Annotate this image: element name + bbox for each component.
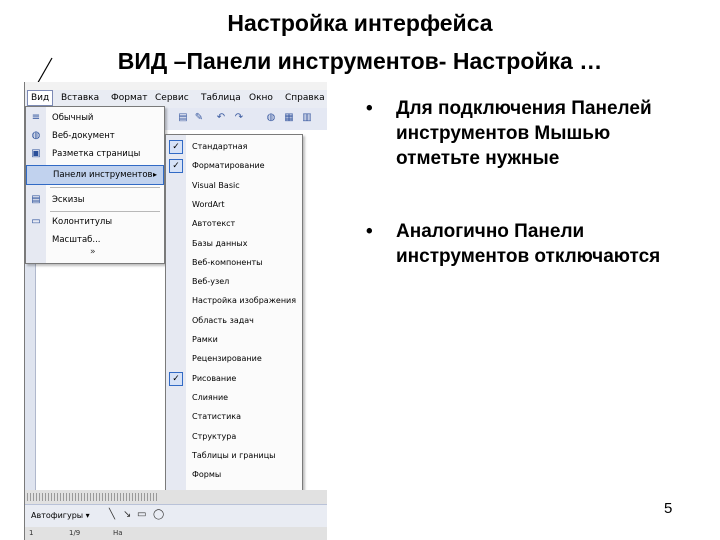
web-layout-icon: ◍	[31, 130, 41, 141]
toolbar-menu-item-label: Веб-компоненты	[192, 257, 263, 267]
columns-icon[interactable]: ▥	[301, 112, 313, 124]
menu-window[interactable]: Окно	[249, 93, 273, 103]
paste-icon[interactable]: ▤	[177, 112, 189, 124]
bullet-icon: •	[366, 221, 373, 242]
toolbar-menu-item-label: Формы	[192, 470, 222, 480]
page-status-bar: 1 1/9 На	[25, 527, 327, 540]
toolbar-menu-item[interactable]: Таблицы и границы	[166, 446, 302, 465]
undo-icon[interactable]: ↶	[215, 112, 227, 124]
toolbar-menu-item-label: Таблицы и границы	[192, 450, 276, 460]
toolbar-menu-item-label: Рисование	[192, 373, 237, 383]
toolbar-menu-item-label: Рамки	[192, 335, 218, 344]
arrow-tool-icon[interactable]: ↘	[123, 509, 131, 520]
toolbar-menu-item-label: Visual Basic	[192, 180, 240, 190]
table-icon[interactable]: ▦	[283, 112, 295, 124]
view-menu-item-normal[interactable]: ≡ Обычный	[26, 109, 164, 127]
toolbar-menu-item-label: Слияние	[192, 392, 229, 402]
bullet-item: • Аналогично Панели инструментов отключа…	[366, 221, 661, 267]
toolbar-menu-item[interactable]: Область задач	[166, 311, 302, 330]
bullet-item: • Для подключения Панелей инструментов М…	[366, 98, 652, 169]
toolbar-menu-item[interactable]: Базы данных	[166, 234, 302, 253]
toolbar-menu-item[interactable]: Автотекст	[166, 214, 302, 233]
view-menu-item-header-footer[interactable]: ▭ Колонтитулы	[26, 213, 164, 231]
autoshapes-button[interactable]: Автофигуры ▾	[31, 511, 90, 520]
slide-title: Настройка интерфейса	[227, 10, 493, 36]
page-indicator: 1	[29, 529, 34, 537]
page-number: 5	[664, 500, 673, 517]
standard-toolbar: ▤ ✎ ↶ ↷ ◍ ▦ ▥	[165, 108, 327, 131]
toolbar-menu-item[interactable]: WordArt	[166, 195, 302, 214]
menu-table[interactable]: Таблица	[201, 93, 241, 103]
toolbar-menu-item[interactable]: Рецензирование	[166, 349, 302, 368]
menu-view[interactable]: Вид	[27, 90, 54, 106]
thumbnails-icon: ▤	[31, 194, 41, 205]
toolbar-menu-item-label: Веб-узел	[192, 277, 230, 287]
toolbar-menu-item-label: Базы данных	[192, 238, 248, 248]
rectangle-tool-icon[interactable]: ▭	[137, 509, 146, 520]
toolbar-menu-item[interactable]: ✓ Форматирование	[166, 156, 302, 175]
checkmark-icon: ✓	[169, 159, 183, 174]
toolbar-menu-item[interactable]: Настройка изображения	[166, 291, 302, 310]
drawing-toolbar: Автофигуры ▾ ╲ ↘ ▭ ◯	[25, 504, 327, 527]
toolbar-menu-item-label: Статистика	[192, 412, 241, 422]
toolbar-menu-item-label: Область задач	[192, 315, 254, 325]
toolbar-menu-item-label: WordArt	[192, 199, 225, 209]
header-footer-icon: ▭	[31, 216, 41, 227]
slide-subtitle: ВИД –Панели инструментов- Настройка …	[117, 48, 603, 74]
toolbar-menu-item[interactable]: Статистика	[166, 407, 302, 426]
submenu-arrow-icon: ▸	[152, 170, 157, 179]
normal-view-icon: ≡	[31, 112, 41, 123]
page-count: 1/9	[69, 529, 81, 537]
toolbars-submenu: ✓ Стандартная ✓ Форматирование Visual Basic W…	[165, 134, 303, 540]
toolbar-menu-item-label: Настройка изображения	[192, 296, 297, 306]
toolbar-menu-item-label: Стандартная	[192, 142, 248, 151]
bullet-icon: •	[366, 98, 373, 119]
oval-tool-icon[interactable]: ◯	[153, 509, 164, 520]
toolbar-menu-item-label: Форматирование	[192, 161, 265, 171]
checkmark-icon: ✓	[169, 140, 183, 154]
menu-tools[interactable]: Сервис	[155, 93, 189, 103]
view-menu: ≡ Обычный ◍ Веб-документ ▣ Разметка стра…	[25, 106, 165, 264]
format-painter-icon[interactable]: ✎	[193, 112, 205, 124]
view-menu-item-thumbnails[interactable]: ▤ Эскизы	[26, 191, 164, 209]
toolbar-menu-item[interactable]: Рамки	[166, 330, 302, 349]
menu-insert[interactable]: Вставка	[61, 93, 99, 103]
toolbar-menu-item[interactable]: Слияние	[166, 388, 302, 407]
view-menu-item-web[interactable]: ◍ Веб-документ	[26, 127, 164, 145]
toolbar-menu-item-label: Рецензирование	[192, 354, 262, 364]
menu-format[interactable]: Формат	[111, 93, 148, 103]
globe-icon[interactable]: ◍	[265, 112, 277, 124]
scrollbar-grip[interactable]	[27, 493, 157, 501]
view-menu-item-toolbars[interactable]: Панели инструментов ▸	[26, 165, 164, 185]
view-menu-item-print-layout[interactable]: ▣ Разметка страницы	[26, 145, 164, 163]
bullet-list: • Для подключения Панелей инструментов М…	[366, 96, 686, 269]
toolbar-menu-item[interactable]: Веб-узел	[166, 272, 302, 291]
toolbar-menu-item[interactable]: ✓ Рисование	[166, 369, 302, 388]
toolbar-menu-item[interactable]: ✓ Стандартная	[166, 137, 302, 156]
menu-help[interactable]: Справка	[285, 93, 325, 103]
toolbar-menu-item[interactable]: Visual Basic	[166, 176, 302, 195]
print-layout-icon: ▣	[31, 148, 41, 159]
line-tool-icon[interactable]: ╲	[109, 509, 115, 520]
position-label: На	[113, 529, 123, 537]
checkmark-icon: ✓	[169, 371, 183, 386]
toolbar-menu-item[interactable]: Веб-компоненты	[166, 253, 302, 272]
redo-icon[interactable]: ↷	[233, 112, 245, 124]
toolbar-menu-item-label: Автотекст	[192, 219, 236, 229]
toolbar-menu-item[interactable]: Формы	[166, 465, 302, 484]
toolbar-menu-item-label: Структура	[192, 431, 237, 441]
toolbar-menu-item[interactable]: Структура	[166, 427, 302, 446]
chevron-double-down-icon[interactable]: »	[90, 247, 96, 257]
word-screenshot: Вид Вставка Формат Сервис Таблица Окно С…	[24, 82, 327, 540]
